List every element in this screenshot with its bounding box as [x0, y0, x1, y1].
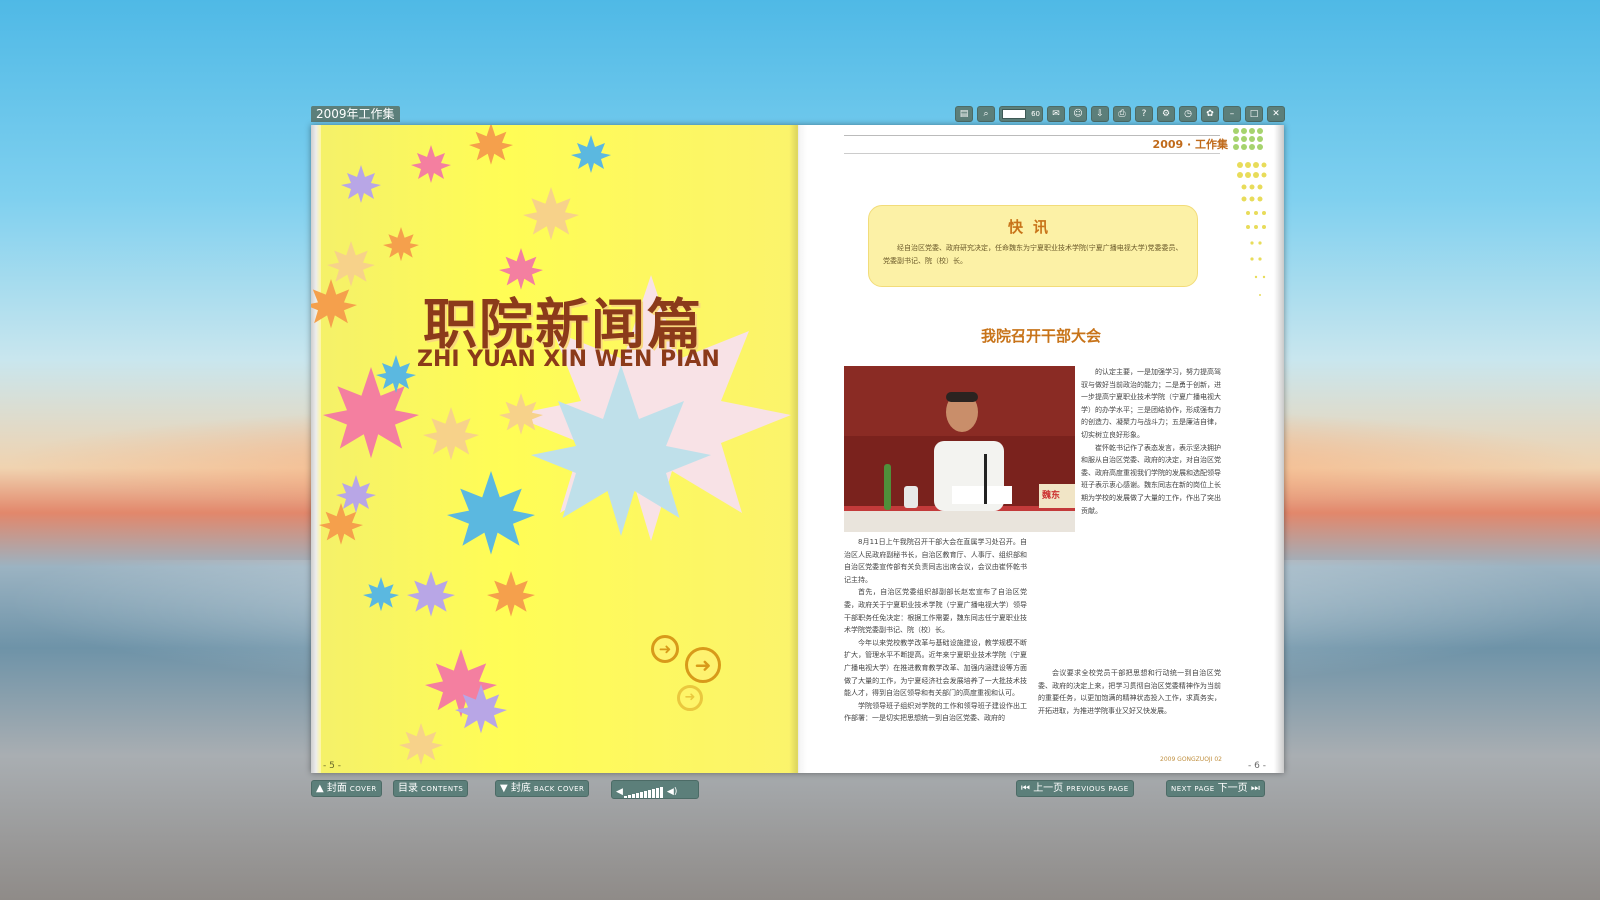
right-page-edge — [1274, 125, 1284, 773]
triangle-up-icon: ▲ — [316, 783, 324, 794]
close-icon[interactable]: ✕ — [1267, 106, 1285, 122]
running-head: 2009 · 工作集 — [1152, 138, 1228, 151]
article-title: 我院召开干部大会 — [980, 327, 1101, 345]
skip-back-icon: ⏮ — [1021, 783, 1030, 794]
share-icon[interactable]: ✿ — [1201, 106, 1219, 122]
volume-slider[interactable]: ◀ ◀) — [611, 780, 699, 799]
paragraph: 的认定主要，一是加强学习，努力提高驾驭与做好当前政治的能力；二是勇于创新，进一步… — [1081, 368, 1221, 439]
download-icon[interactable]: ⇩ — [1091, 106, 1109, 122]
bottom-nav-bar: ▲ 封面 COVER 目录 CONTENTS ▼ 封底 BACK COVER ◀ ◀)… — [311, 780, 1285, 799]
article-photo: 魏东 — [844, 366, 1075, 532]
zoom-value: 60 — [1031, 110, 1040, 118]
next-page-button[interactable]: NEXT PAGE 下一页 ⏭ — [1166, 780, 1265, 797]
maple-leaves-illustration — [311, 125, 791, 765]
minimize-icon[interactable]: – — [1223, 106, 1241, 122]
speaker-photo-illustration — [844, 366, 1075, 532]
paragraph: 首先，自治区党委组织部副部长赵宏宣布了自治区党委，政府关于宁夏职业技术学院（宁夏… — [844, 588, 1027, 635]
name-card: 魏东 — [1042, 491, 1061, 501]
toolbar-icons: ▤ ⌕ 60 ✉ ☺ ⇩ ⎙ ? ⚙ ◷ ✿ – □ ✕ — [955, 106, 1285, 122]
next-arrow-small-icon[interactable]: ➜ — [651, 635, 679, 663]
right-page[interactable]: 2009 · 工作集 快讯 经自治区党委、政府研究决定，任命魏东为宁夏职业技术学… — [798, 125, 1284, 773]
next-sublabel: NEXT PAGE — [1171, 785, 1215, 793]
skip-forward-icon: ⏭ — [1250, 783, 1260, 794]
speaker-mute-icon[interactable]: ◀ — [616, 787, 623, 798]
article-column-right: 会议要求全校党员干部把思想和行动统一到自治区党委、政府的决定上来，把学习贯彻自治… — [1038, 667, 1221, 717]
cover-label: 封面 — [326, 783, 347, 794]
cover-button[interactable]: ▲ 封面 COVER — [311, 780, 382, 797]
contents-label: 目录 — [398, 783, 418, 794]
article-column-left: 8月11日上午我院召开干部大会在直属学习处召开。自治区人民政府副秘书长，自治区教… — [844, 536, 1027, 725]
back-cover-button[interactable]: ▼ 封底 BACK COVER — [495, 780, 590, 797]
window-title: 2009年工作集 — [311, 106, 400, 122]
settings-icon[interactable]: ⚙ — [1157, 106, 1175, 122]
user-icon[interactable]: ☺ — [1069, 106, 1087, 122]
paragraph: 崔怀乾书记作了表态发言，表示坚决拥护和服从自治区党委、政府的决定，对自治区党委、… — [1081, 443, 1221, 515]
next-arrow-large-icon[interactable]: ➜ — [685, 647, 721, 683]
next-arrow-faded-icon[interactable]: ➜ — [677, 685, 703, 711]
maximize-icon[interactable]: □ — [1245, 106, 1263, 122]
contents-sublabel: CONTENTS — [421, 785, 464, 793]
top-toolbar: 2009年工作集 ▤ ⌕ 60 ✉ ☺ ⇩ ⎙ ? ⚙ ◷ ✿ – □ ✕ — [311, 106, 1285, 122]
back-cover-sublabel: BACK COVER — [533, 785, 585, 793]
left-page[interactable]: 职院新闻篇 ZHI YUAN XIN WEN PIAN ➜ ➜ ➜ - 5 - — [311, 125, 798, 773]
thumbnails-icon[interactable]: ▤ — [955, 106, 973, 122]
publication-footer: 2009 GONGZUOJI 02 — [1160, 756, 1222, 763]
previous-sublabel: PREVIOUS PAGE — [1066, 785, 1129, 793]
previous-label: 上一页 — [1033, 783, 1064, 794]
zoom-slider-track[interactable] — [1002, 109, 1026, 119]
zoom-slider[interactable]: 60 — [999, 106, 1043, 122]
paragraph: 今年以来党校教学改革与基础设施建设，教学规模不断扩大，管理水平不断提高。近年来宁… — [844, 638, 1027, 698]
back-cover-label: 封底 — [510, 783, 531, 794]
article-column-top-right: 的认定主要，一是加强学习，努力提高驾驭与做好当前政治的能力；二是勇于创新，进一步… — [1081, 366, 1221, 517]
help-icon[interactable]: ? — [1135, 106, 1153, 122]
contents-button[interactable]: 目录 CONTENTS — [393, 780, 469, 797]
speaker-icon[interactable]: ◀) — [667, 787, 677, 798]
comment-icon[interactable]: ✉ — [1047, 106, 1065, 122]
section-title-pinyin: ZHI YUAN XIN WEN PIAN — [417, 347, 720, 372]
news-flash-box: 快讯 经自治区党委、政府研究决定，任命魏东为宁夏职业技术学院(宁夏广播电视大学)… — [868, 205, 1198, 287]
left-page-number: - 5 - — [323, 761, 341, 771]
print-icon[interactable]: ⎙ — [1113, 106, 1131, 122]
triangle-down-icon: ▼ — [500, 783, 508, 794]
next-label: 下一页 — [1217, 783, 1248, 794]
decorative-dots — [1233, 128, 1267, 296]
paragraph: 会议要求全校党员干部把思想和行动统一到自治区党委、政府的决定上来，把学习贯彻自治… — [1038, 669, 1221, 715]
right-page-number: - 6 - — [1248, 761, 1266, 771]
news-flash-text: 经自治区党委、政府研究决定，任命魏东为宁夏职业技术学院(宁夏广播电视大学)党委委… — [883, 244, 1183, 265]
cover-sublabel: COVER — [349, 785, 377, 793]
zoom-icon[interactable]: ⌕ — [977, 106, 995, 122]
paragraph: 学院领导班子组织对学院的工作和领导班子建设作出工作部署：一是切实把思想统一到自治… — [844, 701, 1027, 723]
previous-page-button[interactable]: ⏮ 上一页 PREVIOUS PAGE — [1016, 780, 1134, 797]
clock-icon[interactable]: ◷ — [1179, 106, 1197, 122]
header-rule-2 — [844, 153, 1220, 154]
paragraph: 8月11日上午我院召开干部大会在直属学习处召开。自治区人民政府副秘书长，自治区教… — [844, 538, 1027, 584]
flipbook[interactable]: 职院新闻篇 ZHI YUAN XIN WEN PIAN ➜ ➜ ➜ - 5 - … — [311, 125, 1284, 773]
news-flash-title: 快讯 — [1007, 218, 1058, 236]
